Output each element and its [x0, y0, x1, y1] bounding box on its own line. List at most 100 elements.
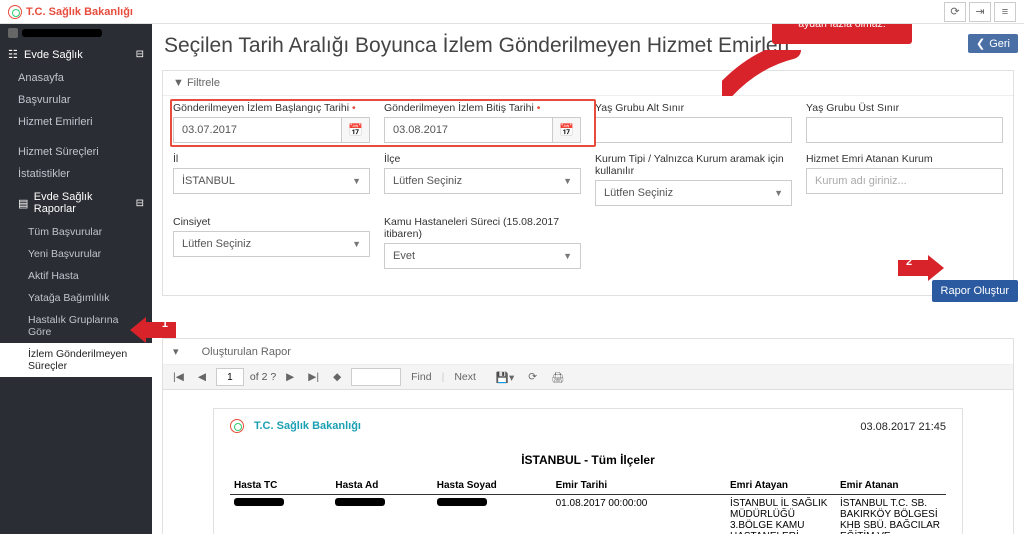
col-emir-atanan: Emir Atanan: [836, 477, 946, 495]
stop-button[interactable]: ◆: [329, 369, 345, 385]
ilce-value: Lütfen Seçiniz: [393, 175, 462, 187]
report-icon: ▤: [18, 197, 30, 210]
find-button[interactable]: Find: [407, 369, 435, 385]
page-number-input[interactable]: [216, 368, 244, 386]
rapor-olustur-button[interactable]: Rapor Oluştur: [932, 280, 1018, 302]
col-hasta-soyad: Hasta Soyad: [433, 477, 552, 495]
sidebar-item-anasayfa[interactable]: Anasayfa: [0, 67, 152, 89]
back-button[interactable]: ❮ Geri: [968, 34, 1018, 53]
report-brand-text: T.C. Sağlık Bakanlığı: [254, 420, 361, 432]
kurum-tipi-value: Lütfen Seçiniz: [604, 187, 673, 199]
atanan-input[interactable]: [807, 175, 1002, 187]
col-hasta-tc: Hasta TC: [230, 477, 331, 495]
col-emir-tarihi: Emir Tarihi: [552, 477, 726, 495]
report-header[interactable]: ▾ Oluşturulan Rapor: [163, 339, 1013, 365]
user-name: [22, 29, 102, 37]
chevron-down-icon: ▼: [563, 176, 572, 186]
kurum-tipi-label: Kurum Tipi / Yalnızca Kurum aramak için …: [595, 153, 792, 177]
next-result-button[interactable]: Next: [450, 369, 480, 385]
filter-icon: ▼: [173, 77, 184, 89]
sidebar-section-evde-saglik[interactable]: ☷ Evde Sağlık ⊟: [0, 42, 152, 67]
filter-header[interactable]: ▼ Filtrele: [163, 71, 1013, 96]
kamu-value: Evet: [393, 250, 415, 262]
chevron-down-icon: ▼: [563, 251, 572, 261]
sidebar: ☷ Evde Sağlık ⊟ Anasayfa Başvurular Hizm…: [0, 24, 152, 534]
sidebar-sub-tum-basvurular[interactable]: Tüm Başvurular: [0, 221, 152, 243]
age-max-input[interactable]: [807, 124, 1002, 136]
cinsiyet-label: Cinsiyet: [173, 216, 370, 228]
collapse-icon: ⊟: [136, 49, 144, 60]
annotation-number: 2: [906, 256, 912, 268]
kamu-select[interactable]: Evet ▼: [384, 243, 581, 269]
refresh-button[interactable]: ⟳: [944, 2, 966, 22]
start-date-input[interactable]: [174, 124, 341, 136]
sidebar-sub-izlem-gonderilmeyen[interactable]: İzlem Gönderilmeyen Süreçler: [0, 343, 152, 377]
col-hasta-ad: Hasta Ad: [331, 477, 432, 495]
age-max-label: Yaş Grubu Üst Sınır: [806, 102, 1003, 114]
print-button[interactable]: 🖨: [547, 369, 568, 386]
age-min-label: Yaş Grubu Alt Sınır: [595, 102, 792, 114]
cinsiyet-select[interactable]: Lütfen Seçiniz ▼: [173, 231, 370, 257]
sidebar-item-basvurular[interactable]: Başvurular: [0, 89, 152, 111]
end-date-label: Gönderilmeyen İzlem Bitiş Tarihi: [384, 102, 581, 114]
kamu-label: Kamu Hastaneleri Süreci (15.08.2017 itib…: [384, 216, 581, 240]
export-dropdown[interactable]: 💾▾: [492, 369, 518, 386]
chevron-left-icon: ❮: [976, 37, 985, 50]
brand-text: T.C. Sağlık Bakanlığı: [26, 6, 133, 18]
sidebar-reports-label: Evde Sağlık Raporlar: [34, 191, 136, 215]
back-label: Geri: [989, 38, 1010, 50]
sidebar-item-hizmet-surecleri[interactable]: Hizmet Süreçleri: [0, 141, 152, 163]
find-input[interactable]: [351, 368, 401, 386]
calendar-icon[interactable]: 📅: [341, 118, 369, 142]
il-value: İSTANBUL: [182, 175, 235, 187]
sidebar-item-istatistikler[interactable]: İstatistikler: [0, 163, 152, 185]
end-date-input[interactable]: [385, 124, 552, 136]
annotation-arrow-2: 2: [898, 255, 944, 281]
il-label: İl: [173, 153, 370, 165]
age-min-input[interactable]: [596, 124, 791, 136]
annotation-arrow-1: 1: [130, 317, 176, 343]
ilce-select[interactable]: Lütfen Seçiniz ▼: [384, 168, 581, 194]
chevron-down-icon: ▾: [173, 346, 179, 358]
report-title: İSTANBUL - Tüm İlçeler: [230, 453, 946, 467]
cell-emir-atanan: İSTANBUL T.C. SB. BAKIRKÖY BÖLGESİ KHB S…: [836, 495, 946, 534]
sidebar-item-hizmet-emirleri[interactable]: Hizmet Emirleri: [0, 111, 152, 133]
callout-tooltip: Raporlama tarih aralığı 1 aydan fazla ol…: [772, 24, 912, 44]
logo-icon: [8, 5, 22, 19]
sidebar-sub-yeni-basvurular[interactable]: Yeni Başvurular: [0, 243, 152, 265]
collapse-icon: ⊟: [136, 198, 144, 209]
user-badge: [0, 24, 152, 42]
ilce-label: İlçe: [384, 153, 581, 165]
filter-panel: ▼ Filtrele Gönderilmeyen İzlem Başlangıç…: [162, 70, 1014, 296]
report-table: Hasta TC Hasta Ad Hasta Soyad Emir Tarih…: [230, 477, 946, 534]
report-header-label: Oluşturulan Rapor: [202, 346, 291, 358]
chevron-down-icon: ▼: [352, 239, 361, 249]
start-date-label: Gönderilmeyen İzlem Başlangıç Tarihi: [173, 102, 370, 114]
report-timestamp: 03.08.2017 21:45: [860, 421, 946, 433]
col-emri-atayan: Emri Atayan: [726, 477, 836, 495]
report-toolbar: |◀ ◀ of 2 ? ▶ ▶| ◆ Find | Next 💾▾ ⟳ 🖨: [163, 365, 1013, 390]
annotation-number: 1: [162, 318, 168, 330]
refresh-report-button[interactable]: ⟳: [524, 369, 541, 385]
kurum-tipi-select[interactable]: Lütfen Seçiniz ▼: [595, 180, 792, 206]
atanan-label: Hizmet Emri Atanan Kurum: [806, 153, 1003, 165]
first-page-button[interactable]: |◀: [169, 369, 188, 385]
menu-button[interactable]: ≡: [994, 2, 1016, 22]
clipboard-icon: ☷: [8, 48, 20, 61]
prev-page-button[interactable]: ◀: [194, 369, 210, 385]
sidebar-sub-yataga-bagimlilik[interactable]: Yatağa Bağımlılık: [0, 287, 152, 309]
calendar-icon[interactable]: 📅: [552, 118, 580, 142]
report-document: T.C. Sağlık Bakanlığı 03.08.2017 21:45 İ…: [213, 408, 963, 534]
sidebar-sub-aktif-hasta[interactable]: Aktif Hasta: [0, 265, 152, 287]
cell-emir-tarihi: 01.08.2017 00:00:00: [552, 495, 726, 534]
table-row: 01.08.2017 00:00:00 İSTANBUL İL SAĞLIK M…: [230, 495, 946, 534]
next-page-button[interactable]: ▶: [282, 369, 298, 385]
page-of-label: of 2 ?: [250, 371, 276, 383]
sidebar-item-evde-saglik-raporlar[interactable]: ▤ Evde Sağlık Raporlar ⊟: [0, 185, 152, 221]
chevron-down-icon: ▼: [352, 176, 361, 186]
redacted-value: [335, 498, 385, 506]
chevron-down-icon: ▼: [774, 188, 783, 198]
il-select[interactable]: İSTANBUL ▼: [173, 168, 370, 194]
last-page-button[interactable]: ▶|: [304, 369, 323, 385]
export-button[interactable]: ⇥: [969, 2, 991, 22]
